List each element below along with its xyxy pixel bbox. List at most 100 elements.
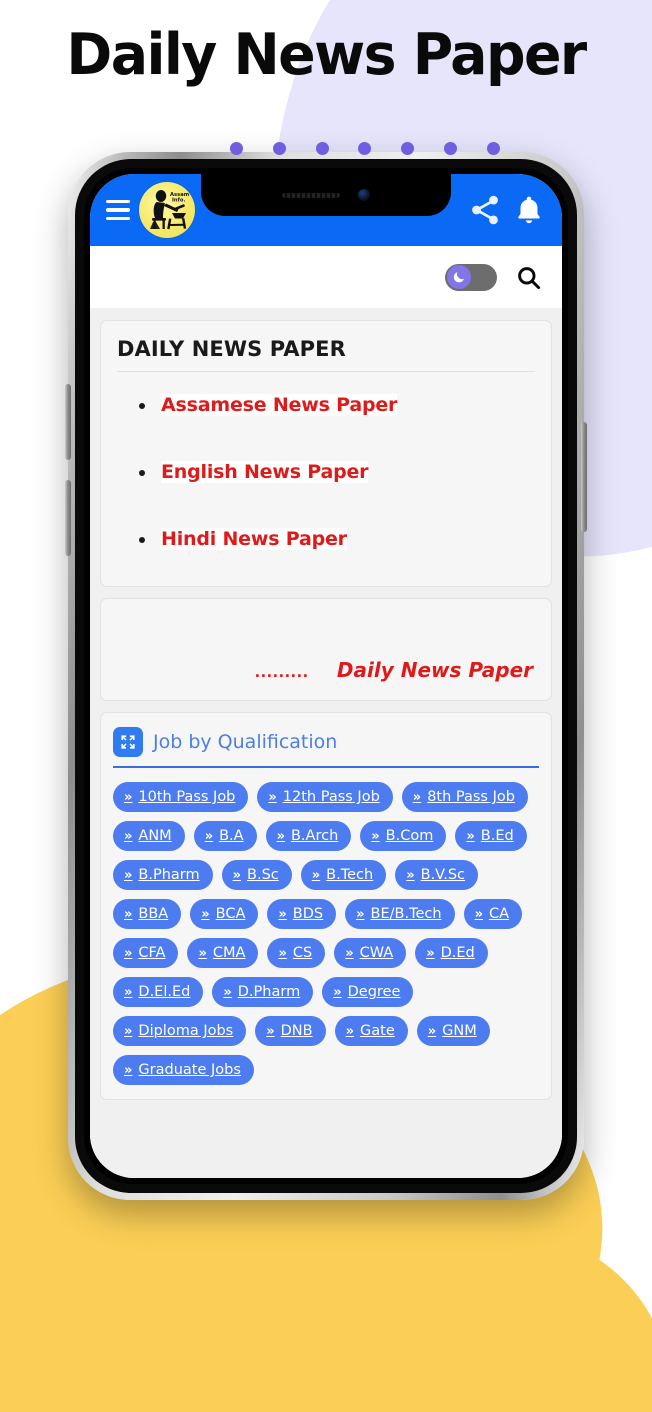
qualification-tag[interactable]: » Diploma Jobs [113,1016,247,1046]
job-card-header: Job by Qualification [113,727,539,768]
qualification-tag[interactable]: » CFA [113,938,179,968]
qualification-tag[interactable]: » D.Pharm [212,977,314,1007]
qualification-tag[interactable]: » B.Tech [300,860,387,890]
chevron-double-right-icon: » [371,828,380,844]
chevron-double-right-icon: » [198,945,207,961]
news-link-hindi[interactable]: Hindi News Paper [161,528,347,550]
share-icon[interactable] [468,193,502,227]
qualification-tag[interactable]: » CMA [187,938,259,968]
decorative-dots-row [230,142,500,155]
qualification-tag[interactable]: » Gate [334,1016,408,1046]
qualification-tag-label: B.Ed [480,828,514,844]
qualification-tag[interactable]: » ANM [113,821,185,851]
chevron-double-right-icon: » [124,945,133,961]
qualification-tag-label: 10th Pass Job [138,789,236,805]
bell-icon[interactable] [512,193,546,227]
volume-up-button[interactable] [65,384,71,460]
page-content: DAILY NEWS PAPER Assamese News Paper Eng… [90,308,562,1178]
dark-mode-toggle-knob [446,265,471,289]
news-link-assamese[interactable]: Assamese News Paper [161,394,397,416]
hamburger-menu-icon[interactable] [106,199,130,221]
qualification-tag[interactable]: » CA [463,899,523,929]
chevron-double-right-icon: » [124,984,133,1000]
qualification-tag[interactable]: » CS [267,938,326,968]
qualification-tag-label: B.Tech [326,867,374,883]
qualification-tag-label: CMA [212,945,246,961]
power-button[interactable] [581,422,587,532]
qualification-tag-label: D.Ed [440,945,475,961]
dark-mode-toggle[interactable] [445,263,497,291]
qualification-tag-label: BCA [215,906,246,922]
qualification-tag-label: D.El.Ed [138,984,191,1000]
chevron-double-right-icon: » [266,1023,275,1039]
qualification-tag-label: B.Arch [290,828,339,844]
qualification-tag[interactable]: » B.Sc [221,860,292,890]
qualification-tag[interactable]: » GNM [416,1016,490,1046]
chevron-double-right-icon: » [201,906,210,922]
qualification-tag-label: GNM [442,1023,477,1039]
chevron-double-right-icon: » [426,945,435,961]
svg-text:Info.: Info. [172,198,185,204]
list-item: English News Paper [139,461,535,483]
chevron-double-right-icon: » [406,867,415,883]
chevron-double-right-icon: » [124,867,133,883]
search-icon[interactable] [515,264,542,291]
qualification-tag[interactable]: » BBA [113,899,182,929]
qualification-tag[interactable]: » B.A [193,821,257,851]
decorative-dot [444,142,458,155]
qualification-tag[interactable]: » D.Ed [415,938,488,968]
qualification-tag[interactable]: » Graduate Jobs [113,1055,254,1085]
qualification-tag-label: Degree [347,984,401,1000]
job-card-title: Job by Qualification [153,731,338,753]
qualification-tag-label: 8th Pass Job [427,789,515,805]
qualification-tag[interactable]: » 8th Pass Job [401,782,528,812]
decorative-dot [315,142,329,155]
poster-headline: Daily News Paper [66,22,587,88]
qualification-tag[interactable]: » BE/B.Tech [345,899,455,929]
page-toolbar [90,246,562,308]
qualification-tag[interactable]: » B.Pharm [113,860,213,890]
qualification-tag-label: Graduate Jobs [138,1062,241,1078]
moon-icon [453,272,464,283]
chevron-double-right-icon: » [333,984,342,1000]
qualification-tag[interactable]: » CWA [334,938,407,968]
chevron-double-right-icon: » [276,828,285,844]
qualification-tag-list: » 10th Pass Job » 12th Pass Job » 8th Pass Jo… [113,782,539,1085]
speaker-grille-icon [282,192,340,198]
qualification-tag-label: ANM [138,828,172,844]
qualification-tag[interactable]: » B.Ed [455,821,527,851]
qualification-tag-label: CWA [359,945,394,961]
job-by-qualification-card: Job by Qualification » 10th Pass Job » 12th… [100,712,552,1100]
phone-mockup: Assam Info. DAILY NEWS PAPER Assamese Ne… [65,152,587,1200]
qualification-tag[interactable]: » 12th Pass Job [257,782,393,812]
decorative-dot [401,142,415,155]
news-link-english[interactable]: English News Paper [161,461,369,483]
compress-arrows-icon [113,727,143,757]
qualification-tag[interactable]: » BDS [267,899,337,929]
chevron-double-right-icon: » [345,1023,355,1039]
chevron-double-right-icon: » [124,789,133,805]
qualification-tag[interactable]: » D.El.Ed [113,977,204,1007]
qualification-tag-label: B.Sc [247,867,279,883]
chevron-double-right-icon: » [345,945,354,961]
signature-card: ......... Daily News Paper [100,598,552,701]
chevron-double-right-icon: » [474,906,483,922]
qualification-tag[interactable]: » Degree [322,977,414,1007]
app-logo-person-at-desk-icon[interactable]: Assam Info. [139,182,195,238]
chevron-double-right-icon: » [124,1062,133,1078]
qualification-tag[interactable]: » 10th Pass Job [113,782,249,812]
qualification-tag[interactable]: » B.Arch [265,821,352,851]
volume-down-button[interactable] [65,480,71,556]
qualification-tag-label: BE/B.Tech [370,906,442,922]
qualification-tag[interactable]: » B.V.Sc [395,860,479,890]
poster-root: Daily News Paper Assam Info. DAILY NEWS … [0,0,652,1412]
qualification-tag-label: B.Com [385,828,434,844]
qualification-tag[interactable]: » B.Com [360,821,447,851]
phone-notch [201,174,451,216]
chevron-double-right-icon: » [232,867,242,883]
chevron-double-right-icon: » [311,867,321,883]
qualification-tag[interactable]: » DNB [255,1016,326,1046]
qualification-tag[interactable]: » BCA [190,899,259,929]
decorative-dot [486,142,500,155]
news-paper-list: Assamese News Paper English News Paper H… [117,372,535,572]
